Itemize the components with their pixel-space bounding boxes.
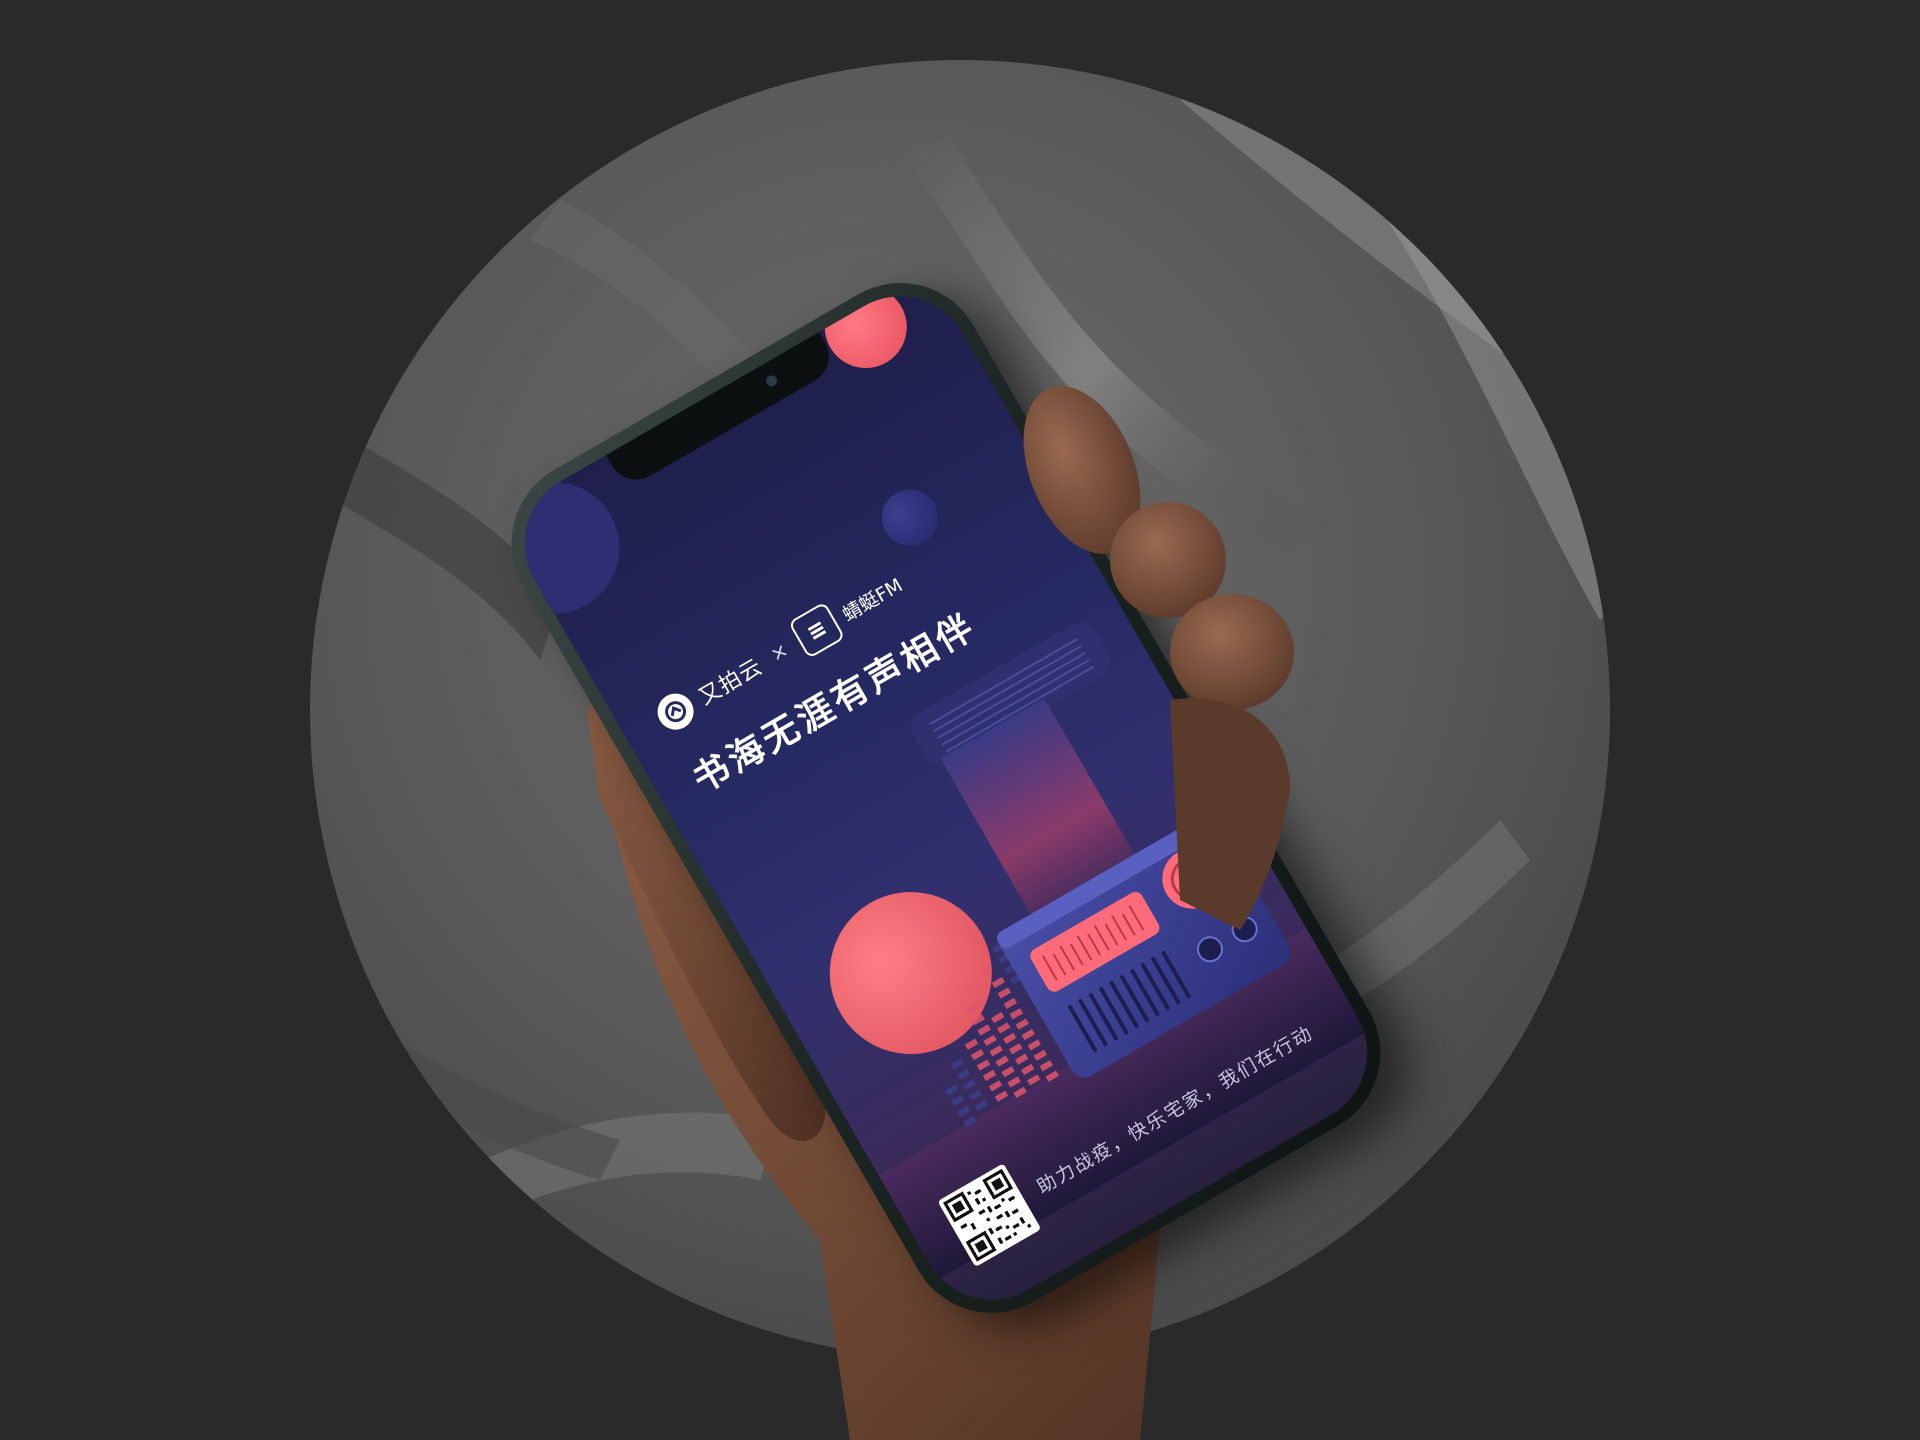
scene: 又拍云 × 蜻蜓FM 书海无涯有声相伴 助力战疫，快乐宅家，我们在行动 (0, 0, 1920, 1440)
hand-fingers (1023, 386, 1294, 930)
